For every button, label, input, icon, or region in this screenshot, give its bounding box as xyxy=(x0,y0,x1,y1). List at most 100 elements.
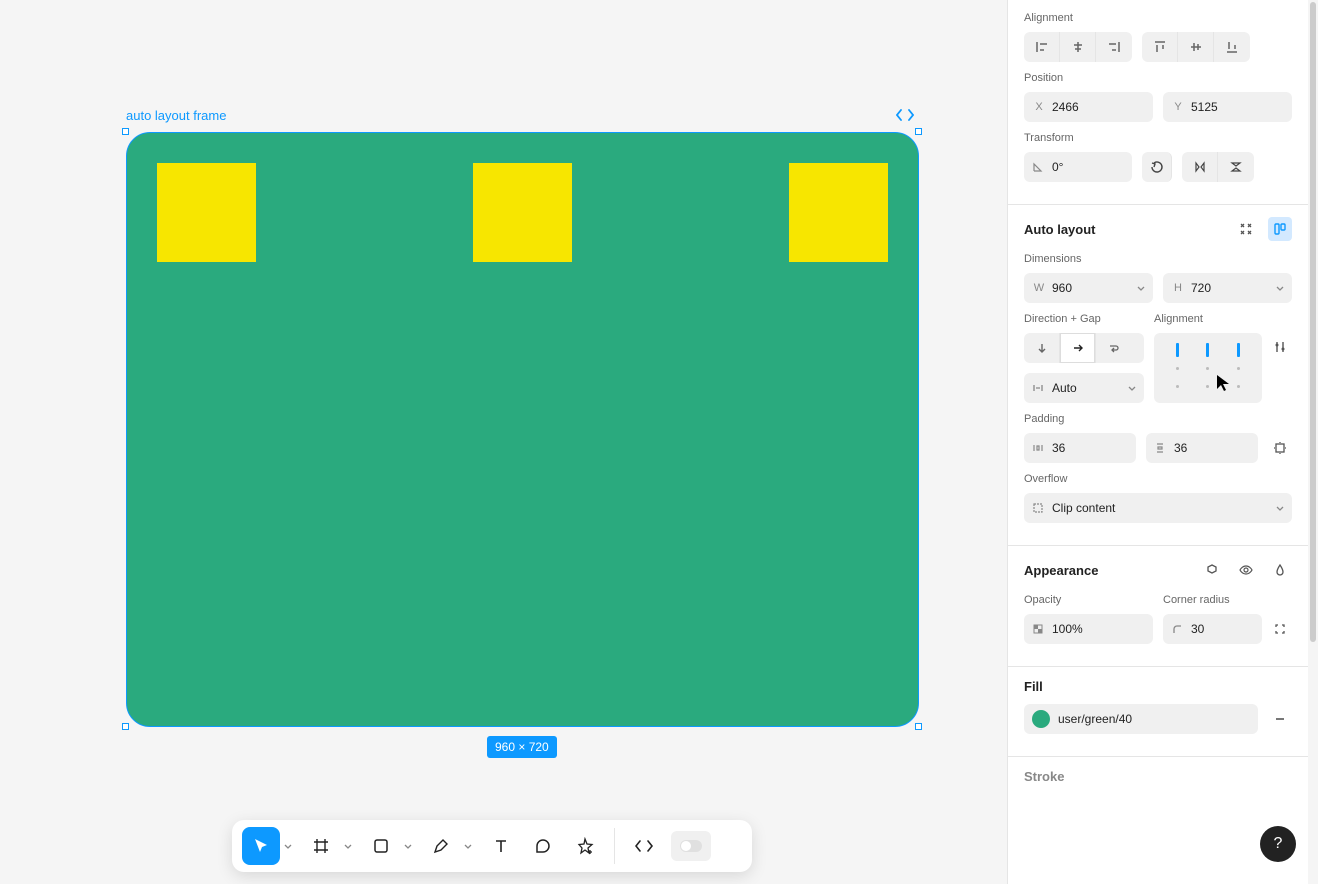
frame-label[interactable]: auto layout frame xyxy=(126,108,226,123)
stroke-title: Stroke xyxy=(1024,769,1064,784)
align-top-left[interactable] xyxy=(1164,343,1191,357)
align-mid-right[interactable] xyxy=(1225,361,1252,375)
height-caret[interactable] xyxy=(1276,286,1284,291)
scrollbar[interactable] xyxy=(1308,0,1318,884)
overflow-select[interactable]: Clip content xyxy=(1024,493,1292,523)
alignment-label: Alignment xyxy=(1024,12,1292,24)
corner-individual-button[interactable] xyxy=(1268,617,1292,641)
comment-tool[interactable] xyxy=(524,827,562,865)
position-label: Position xyxy=(1024,72,1292,84)
blend-button[interactable] xyxy=(1268,558,1292,582)
padding-individual-button[interactable] xyxy=(1268,436,1292,460)
align-mid-center[interactable] xyxy=(1195,361,1222,375)
dev-mode-icon[interactable] xyxy=(896,108,914,122)
selection-handle-bl[interactable] xyxy=(122,723,129,730)
alignment-settings-button[interactable] xyxy=(1268,335,1292,359)
canvas[interactable]: auto layout frame 960 × 720 xyxy=(0,0,1005,884)
pen-tool-caret[interactable] xyxy=(462,844,474,849)
align-bot-center[interactable] xyxy=(1195,379,1222,393)
overflow-caret[interactable] xyxy=(1276,506,1284,511)
child-rect[interactable] xyxy=(473,163,572,262)
opacity-value: 100% xyxy=(1052,622,1145,636)
autolayout-suggest-button[interactable] xyxy=(1268,217,1292,241)
corner-radius-input[interactable]: 30 xyxy=(1163,614,1262,644)
fill-swatch xyxy=(1032,710,1050,728)
shape-tool[interactable] xyxy=(362,827,400,865)
clip-icon xyxy=(1032,502,1046,514)
appearance-section: Appearance Opacity 100% Corner radius xyxy=(1008,546,1308,667)
angle-icon xyxy=(1032,161,1046,173)
selection-handle-tr[interactable] xyxy=(915,128,922,135)
scrollbar-thumb[interactable] xyxy=(1310,2,1316,642)
opacity-input[interactable]: 100% xyxy=(1024,614,1153,644)
align-left-button[interactable] xyxy=(1024,32,1060,62)
rotate-90-button[interactable] xyxy=(1142,152,1172,182)
align-vcenter-button[interactable] xyxy=(1178,32,1214,62)
corner-icon xyxy=(1171,623,1185,635)
align-top-button[interactable] xyxy=(1142,32,1178,62)
child-rect[interactable] xyxy=(789,163,888,262)
direction-wrap-button[interactable] xyxy=(1096,333,1132,363)
align-horizontal-group xyxy=(1024,32,1132,62)
frame-tool[interactable] xyxy=(302,827,340,865)
align-top-center[interactable] xyxy=(1195,343,1222,357)
fill-value: user/green/40 xyxy=(1058,712,1250,726)
gap-caret[interactable] xyxy=(1128,386,1136,391)
width-caret[interactable] xyxy=(1137,286,1145,291)
move-tool[interactable] xyxy=(242,827,280,865)
autolayout-remove-button[interactable] xyxy=(1234,217,1258,241)
align-vertical-group xyxy=(1142,32,1250,62)
align-bot-left[interactable] xyxy=(1164,379,1191,393)
alignment-grid[interactable] xyxy=(1154,333,1262,403)
pen-tool[interactable] xyxy=(422,827,460,865)
position-y-input[interactable]: Y 5125 xyxy=(1163,92,1292,122)
auto-layout-frame[interactable] xyxy=(126,132,919,727)
position-x-input[interactable]: X 2466 xyxy=(1024,92,1153,122)
align-bottom-button[interactable] xyxy=(1214,32,1250,62)
fill-section: Fill user/green/40 xyxy=(1008,667,1308,757)
direction-gap-label: Direction + Gap xyxy=(1024,313,1144,325)
properties-panel: Alignment Position X 2466 Y 5125 xyxy=(1007,0,1308,884)
visibility-button[interactable] xyxy=(1234,558,1258,582)
gap-input[interactable]: Auto xyxy=(1024,373,1144,403)
actions-tool[interactable] xyxy=(566,827,604,865)
overflow-value: Clip content xyxy=(1052,501,1270,515)
height-input[interactable]: H 720 xyxy=(1163,273,1292,303)
dev-mode-tool[interactable] xyxy=(625,827,663,865)
padding-label: Padding xyxy=(1024,413,1292,425)
align-mid-left[interactable] xyxy=(1164,361,1191,375)
flip-horizontal-button[interactable] xyxy=(1182,152,1218,182)
style-button[interactable] xyxy=(1200,558,1224,582)
direction-horizontal-button[interactable] xyxy=(1060,333,1096,363)
y-value: 5125 xyxy=(1191,100,1284,114)
text-tool[interactable] xyxy=(482,827,520,865)
width-input[interactable]: W 960 xyxy=(1024,273,1153,303)
h-prefix: H xyxy=(1171,282,1185,294)
fill-remove-button[interactable] xyxy=(1268,707,1292,731)
fill-title: Fill xyxy=(1024,679,1043,694)
appearance-title: Appearance xyxy=(1024,563,1098,578)
rotation-value: 0° xyxy=(1052,160,1124,174)
selection-handle-br[interactable] xyxy=(915,723,922,730)
align-top-right[interactable] xyxy=(1225,343,1252,357)
align-right-button[interactable] xyxy=(1096,32,1132,62)
autolayout-section: Auto layout Dimensions W 960 H 720 Direc… xyxy=(1008,205,1308,546)
corner-radius-value: 30 xyxy=(1191,622,1254,636)
direction-vertical-button[interactable] xyxy=(1024,333,1060,363)
shape-tool-caret[interactable] xyxy=(402,844,414,849)
move-tool-caret[interactable] xyxy=(282,844,294,849)
fill-style-button[interactable]: user/green/40 xyxy=(1024,704,1258,734)
child-rect[interactable] xyxy=(157,163,256,262)
padding-h-input[interactable]: 36 xyxy=(1024,433,1136,463)
padding-v-input[interactable]: 36 xyxy=(1146,433,1258,463)
align-hcenter-button[interactable] xyxy=(1060,32,1096,62)
rotation-input[interactable]: 0° xyxy=(1024,152,1132,182)
help-button[interactable]: ? xyxy=(1260,826,1296,862)
padding-h-value: 36 xyxy=(1052,441,1128,455)
align-bot-right[interactable] xyxy=(1225,379,1252,393)
selection-handle-tl[interactable] xyxy=(122,128,129,135)
alignment-section: Alignment Position X 2466 Y 5125 xyxy=(1008,0,1308,205)
flip-vertical-button[interactable] xyxy=(1218,152,1254,182)
frame-tool-caret[interactable] xyxy=(342,844,354,849)
dev-mode-toggle[interactable] xyxy=(671,831,711,861)
